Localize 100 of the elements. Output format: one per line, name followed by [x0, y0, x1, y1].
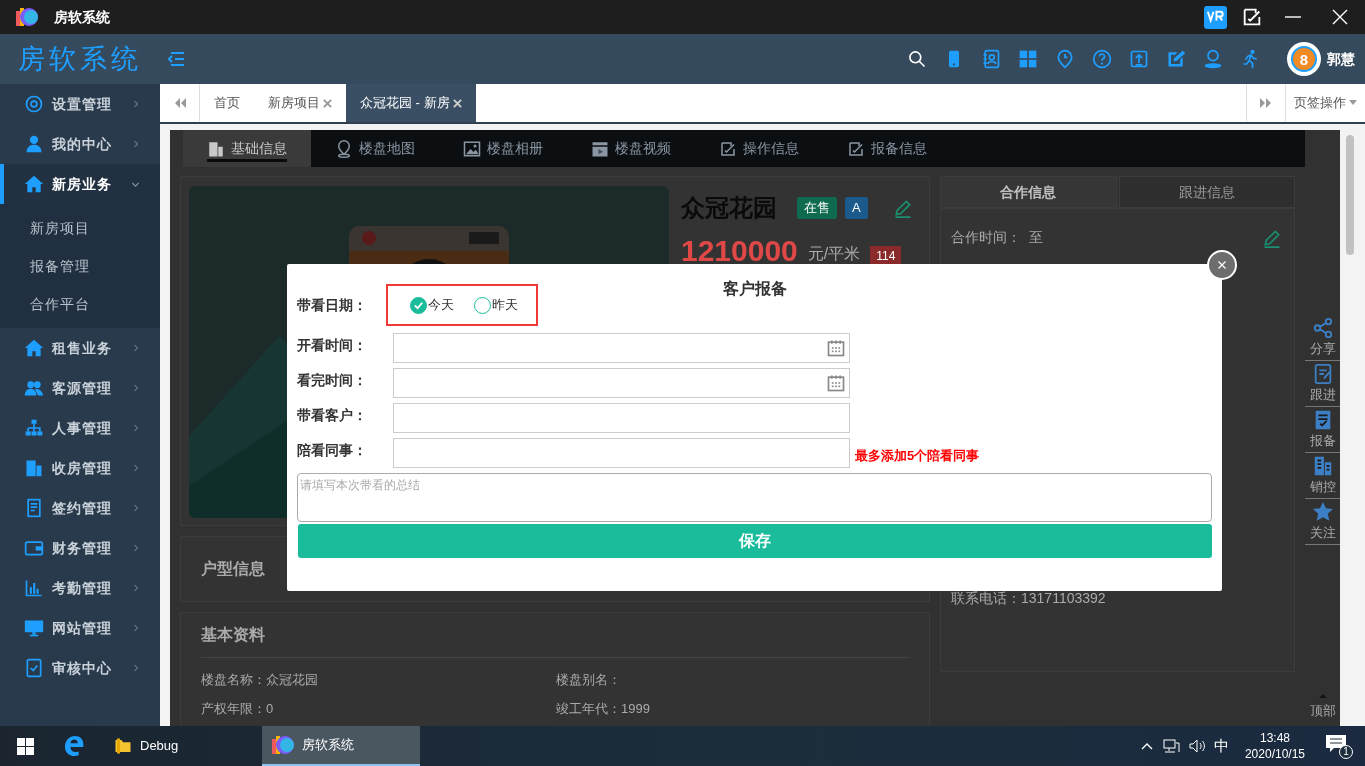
browser-icon: [64, 735, 86, 757]
page-tab[interactable]: 新房项目: [254, 84, 346, 122]
sidebar-item[interactable]: 人事管理: [0, 408, 160, 448]
price-unit: 元/平米: [807, 244, 861, 264]
user-pin-button[interactable]: [1203, 49, 1223, 69]
double-left-icon: [174, 97, 186, 109]
grid-icon: [1018, 49, 1038, 69]
sidebar-item[interactable]: 考勤管理: [0, 568, 160, 608]
sidebar-item[interactable]: 签约管理: [0, 488, 160, 528]
input-field[interactable]: [393, 403, 850, 433]
help-button[interactable]: [1092, 49, 1112, 69]
clock-pin-button[interactable]: [1055, 49, 1075, 69]
sidebar-item[interactable]: 我的中心: [0, 124, 160, 164]
input-field[interactable]: [393, 438, 850, 468]
app-logo: [16, 8, 38, 26]
close-icon[interactable]: [323, 98, 332, 108]
calendar-icon[interactable]: [826, 338, 846, 358]
submenu-item[interactable]: 报备管理: [0, 247, 160, 285]
runner-button[interactable]: [1240, 49, 1260, 69]
panel-tab[interactable]: 合作信息: [940, 176, 1117, 208]
detail-tab[interactable]: 基础信息: [183, 130, 311, 167]
detail-tab[interactable]: 楼盘地图: [311, 130, 439, 167]
sidebar-item[interactable]: 客源管理: [0, 368, 160, 408]
sidebar-item[interactable]: 收房管理: [0, 448, 160, 488]
share-icon: [1311, 316, 1334, 339]
price: 1210000: [681, 236, 798, 266]
detail-tab[interactable]: 操作信息: [695, 130, 823, 167]
radio-option[interactable]: 今天: [410, 295, 454, 315]
clock[interactable]: 13:48 2020/10/15: [1244, 729, 1305, 763]
close-icon: [1331, 8, 1349, 26]
close-window-button[interactable]: [1331, 8, 1349, 26]
edit-icon: [1166, 49, 1186, 69]
status-tag: 在售: [797, 197, 837, 219]
notification-button[interactable]: 1: [1325, 733, 1353, 759]
date-field[interactable]: [393, 368, 850, 398]
contact-phone: 联系电话：13171103392: [951, 589, 1107, 608]
date-field[interactable]: [393, 333, 850, 363]
side-tool[interactable]: 分享: [1305, 315, 1340, 361]
close-icon[interactable]: [452, 98, 462, 108]
edit-icon: [719, 139, 737, 158]
network-icon[interactable]: [1161, 737, 1180, 755]
status-tag: A: [845, 197, 868, 219]
edit-button[interactable]: [1166, 49, 1186, 69]
taskbar-item[interactable]: 房软系统: [262, 726, 420, 766]
back-to-top-button[interactable]: 顶部: [1305, 690, 1340, 720]
radio-option[interactable]: 昨天: [474, 295, 518, 315]
pencil-icon[interactable]: [893, 198, 913, 218]
sidebar-item[interactable]: 审核中心: [0, 648, 160, 688]
menu-icon: [168, 50, 186, 68]
grid-button[interactable]: [1018, 49, 1038, 69]
user-icon: [24, 134, 44, 154]
sidebar-item[interactable]: 网站管理: [0, 608, 160, 648]
side-tool[interactable]: 关注: [1305, 499, 1340, 545]
input-method-indicator[interactable]: 中: [1213, 734, 1229, 758]
house-icon: [24, 174, 44, 194]
org-chart-icon: [24, 418, 44, 438]
sidebar-item[interactable]: 设置管理: [0, 84, 160, 124]
vr-button[interactable]: [1204, 5, 1227, 29]
sidebar-item[interactable]: 新房业务: [0, 164, 160, 204]
map-pin-icon: [335, 139, 353, 158]
section-title: 基本资料: [201, 623, 909, 658]
summary-field[interactable]: 请填写本次带看的总结: [297, 473, 1212, 522]
calendar-icon[interactable]: [826, 373, 846, 393]
pencil-icon[interactable]: [1262, 227, 1282, 248]
volume-icon[interactable]: [1187, 737, 1206, 755]
window-title: 房软系统: [54, 7, 110, 27]
help-icon: [1092, 49, 1112, 69]
dialog-title: 客户报备: [722, 280, 787, 297]
upload-button[interactable]: [1129, 49, 1149, 69]
submenu-item[interactable]: 合作平台: [0, 285, 160, 323]
radio-button[interactable]: [410, 296, 427, 314]
scroll-right-button[interactable]: [1246, 84, 1286, 122]
field-label: 开看时间：: [297, 336, 368, 355]
sidebar-item[interactable]: 租售业务: [0, 328, 160, 368]
brand-title: 房软系统: [17, 42, 143, 76]
clock-pin-icon: [1055, 49, 1075, 69]
clapperboard-icon: [591, 139, 609, 158]
edit-window-button[interactable]: [1241, 6, 1263, 28]
detail-tab[interactable]: 楼盘相册: [439, 130, 567, 167]
menu-toggle-button[interactable]: [168, 50, 186, 68]
side-tool[interactable]: 报备: [1305, 407, 1340, 453]
detail-tab[interactable]: 楼盘视频: [567, 130, 695, 167]
side-tool[interactable]: 销控: [1305, 453, 1340, 499]
info-field: 产权年限：0: [201, 698, 556, 718]
runner-icon: [1240, 49, 1260, 69]
side-tool[interactable]: 跟进: [1305, 361, 1340, 407]
sidebar-item[interactable]: 财务管理: [0, 528, 160, 568]
tab-actions-dropdown[interactable]: 页签操作: [1286, 84, 1365, 122]
building-icon: [207, 139, 225, 158]
scrollbar[interactable]: [1345, 135, 1354, 255]
page-tab[interactable]: 首页: [200, 84, 254, 122]
page-tab[interactable]: 众冠花园 - 新房: [346, 84, 476, 122]
detail-tab[interactable]: 报备信息: [823, 130, 951, 167]
section-title: 户型信息: [201, 559, 265, 579]
contacts-button[interactable]: [981, 49, 1001, 69]
panel-tab[interactable]: 跟进信息: [1118, 176, 1295, 208]
search-button[interactable]: [907, 49, 927, 69]
submenu-item[interactable]: 新房项目: [0, 209, 160, 247]
taskbar-item[interactable]: Debug: [104, 726, 254, 766]
user-name[interactable]: 郭慧: [1327, 48, 1355, 70]
